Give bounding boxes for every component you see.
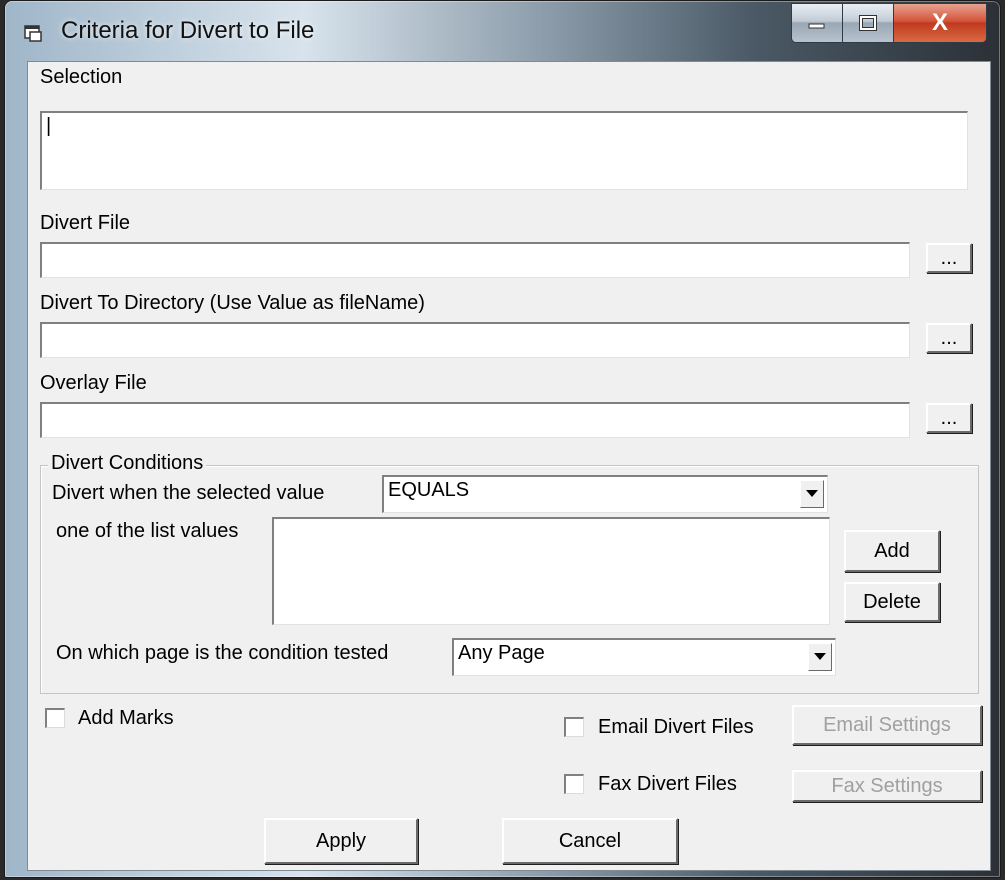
close-icon: X	[931, 9, 948, 36]
operator-label: Divert when the selected value	[52, 482, 325, 504]
fax-divert-label: Fax Divert Files	[598, 773, 737, 795]
cancel-button[interactable]: Cancel	[502, 818, 678, 864]
window-title: Criteria for Divert to File	[61, 17, 315, 44]
minimize-icon	[808, 23, 825, 29]
dialog-client-area: Selection | Divert File ... Divert To Di…	[27, 61, 991, 871]
maximize-button[interactable]	[842, 3, 894, 43]
selection-textbox[interactable]: |	[40, 111, 968, 190]
chevron-down-icon	[806, 490, 818, 497]
selection-label: Selection	[40, 66, 123, 88]
page-test-dropdown-value: Any Page	[458, 642, 545, 664]
page-test-label: On which page is the condition tested	[56, 642, 389, 664]
apply-button[interactable]: Apply	[264, 818, 418, 864]
delete-value-button[interactable]: Delete	[844, 582, 940, 622]
divert-directory-input[interactable]	[40, 322, 910, 358]
chevron-down-icon	[814, 653, 826, 660]
email-divert-label: Email Divert Files	[598, 716, 754, 738]
divert-directory-label: Divert To Directory (Use Value as fileNa…	[40, 292, 425, 314]
overlay-file-label: Overlay File	[40, 372, 147, 394]
dialog-window: Criteria for Divert to File X Selection …	[4, 0, 1001, 878]
page-test-dropdown[interactable]: Any Page	[452, 638, 836, 676]
fax-divert-checkbox[interactable]	[564, 774, 584, 794]
divert-file-input[interactable]	[40, 242, 910, 278]
email-settings-button[interactable]: Email Settings	[792, 705, 982, 745]
add-marks-checkbox[interactable]	[45, 708, 65, 728]
overlay-file-input[interactable]	[40, 402, 910, 438]
list-values-label: one of the list values	[56, 520, 239, 542]
title-bar[interactable]: Criteria for Divert to File X	[5, 1, 1000, 61]
divert-file-browse-button[interactable]: ...	[926, 243, 972, 273]
list-values-listbox[interactable]	[272, 517, 830, 625]
operator-dropdown-value: EQUALS	[388, 479, 470, 501]
fax-settings-button[interactable]: Fax Settings	[792, 770, 982, 802]
minimize-button[interactable]	[791, 3, 843, 43]
operator-dropdown-button[interactable]	[800, 480, 824, 508]
add-marks-label: Add Marks	[78, 707, 174, 729]
divert-file-label: Divert File	[40, 212, 131, 234]
overlay-file-browse-button[interactable]: ...	[926, 403, 972, 433]
selection-text: |	[46, 115, 52, 137]
close-button[interactable]: X	[893, 3, 987, 43]
window-app-icon	[24, 25, 42, 42]
operator-dropdown[interactable]: EQUALS	[382, 475, 828, 513]
page-test-dropdown-button[interactable]	[808, 643, 832, 671]
add-value-button[interactable]: Add	[844, 530, 940, 572]
email-divert-checkbox[interactable]	[564, 717, 584, 737]
divert-conditions-group-title: Divert Conditions	[48, 452, 207, 475]
maximize-icon	[859, 15, 877, 31]
divert-directory-browse-button[interactable]: ...	[926, 323, 972, 353]
